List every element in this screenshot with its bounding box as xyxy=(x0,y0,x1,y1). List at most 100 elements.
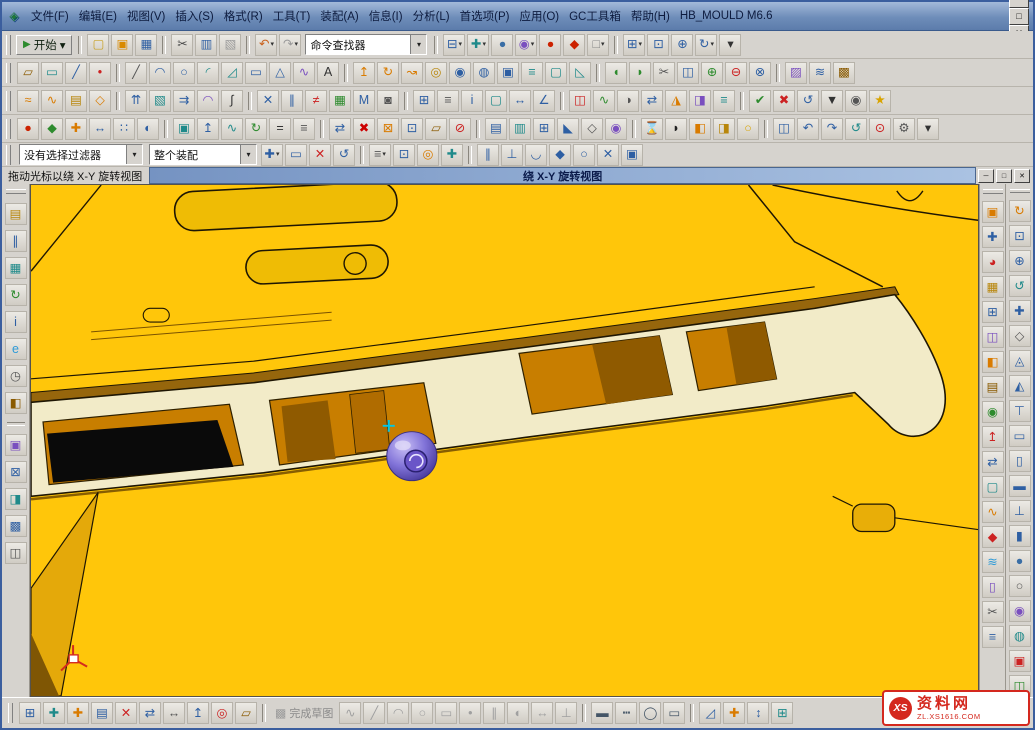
shaded-mode-icon[interactable]: ● xyxy=(1009,550,1031,572)
render-style-icon[interactable]: ◉▾ xyxy=(515,34,537,56)
raise-view-icon[interactable]: ↥ xyxy=(187,702,209,724)
snap-intersection-icon[interactable]: ✕ xyxy=(597,144,619,166)
sweep-icon[interactable]: ↝ xyxy=(401,62,423,84)
zoom-in-icon[interactable]: ⊕ xyxy=(671,34,693,56)
pan-cursor-icon[interactable]: ✚▾ xyxy=(467,34,489,56)
view-layout-icon[interactable]: ⊞ xyxy=(533,118,555,140)
night-mode-icon[interactable]: ◗ xyxy=(665,118,687,140)
wcs-dynamics-icon[interactable]: ✚ xyxy=(65,118,87,140)
mw-cavity-layout-icon[interactable]: ⊞ xyxy=(982,301,1004,323)
blank-swatch-icon[interactable]: □▾ xyxy=(587,34,609,56)
material-icon[interactable]: ◨ xyxy=(713,118,735,140)
section-analysis-icon[interactable]: ◫ xyxy=(569,90,591,112)
minimize-button[interactable]: ─ xyxy=(1009,0,1029,8)
stop-icon[interactable]: ● xyxy=(539,34,561,56)
dash-style-icon[interactable]: ┅ xyxy=(615,702,637,724)
instance-array-icon[interactable]: ▣ xyxy=(173,118,195,140)
delete-entity-icon[interactable]: ✕ xyxy=(115,702,137,724)
snap-parallel-icon[interactable]: ∥ xyxy=(477,144,499,166)
process-studio-icon[interactable]: ▣ xyxy=(5,434,27,456)
toolbar-grip[interactable] xyxy=(1010,189,1030,193)
right-view-icon[interactable]: ▯ xyxy=(1009,450,1031,472)
copy-icon[interactable]: ▥ xyxy=(195,34,217,56)
draft-analysis-icon[interactable]: ◮ xyxy=(665,90,687,112)
m-tool-icon[interactable]: M xyxy=(353,90,375,112)
subtract-icon[interactable]: ⊖ xyxy=(725,62,747,84)
promote-body-icon[interactable]: ↥ xyxy=(197,118,219,140)
pocket-icon[interactable]: ▣ xyxy=(497,62,519,84)
layer-manager-icon[interactable]: ▤ xyxy=(91,702,113,724)
mw-mold-csys-icon[interactable]: ✚ xyxy=(982,226,1004,248)
circle-style-icon[interactable]: ◯ xyxy=(639,702,661,724)
law-extension-icon[interactable]: ∫ xyxy=(221,90,243,112)
front-view-icon[interactable]: ▭ xyxy=(1009,425,1031,447)
sketch-rectangle-icon[interactable]: ▭ xyxy=(435,702,457,724)
snap-endpoint-icon[interactable]: ▣ xyxy=(621,144,643,166)
expressions-icon[interactable]: = xyxy=(269,118,291,140)
gear-icon[interactable]: ⚙ xyxy=(893,118,915,140)
graphics-viewport[interactable] xyxy=(30,184,979,697)
tube-icon[interactable]: ◎ xyxy=(425,62,447,84)
inside-window-icon[interactable]: ⊡ xyxy=(393,144,415,166)
interpart-link-icon[interactable]: ⇄ xyxy=(329,118,351,140)
mw-runner-icon[interactable]: ∿ xyxy=(982,501,1004,523)
resize-face-icon[interactable]: ⊡ xyxy=(401,118,423,140)
touch-panel-icon[interactable]: ◫ xyxy=(5,542,27,564)
pattern-feature-icon[interactable]: ∷ xyxy=(113,118,135,140)
trimetric-view-icon[interactable]: ◬ xyxy=(1009,350,1031,372)
graphics-minimize-button[interactable]: ─ xyxy=(978,169,994,183)
measure-angle-icon[interactable]: ∠ xyxy=(533,90,555,112)
menu-item-4[interactable]: 格式(R) xyxy=(219,6,268,26)
more-row4-icon[interactable]: ▾ xyxy=(917,118,939,140)
cut-icon[interactable]: ✂ xyxy=(171,34,193,56)
chevron-down-icon[interactable]: ▾ xyxy=(410,35,426,54)
toolbar-grip[interactable] xyxy=(983,189,1003,194)
toolbar-grip[interactable] xyxy=(6,145,11,165)
curvature-graph-icon[interactable]: ∿ xyxy=(593,90,615,112)
through-curves-icon[interactable]: ≈ xyxy=(17,90,39,112)
menu-item-12[interactable]: 帮助(H) xyxy=(626,6,675,26)
move-tool-icon[interactable]: ✚ xyxy=(723,702,745,724)
screen-layout-icon[interactable]: ⊟▾ xyxy=(443,34,465,56)
left-view-icon[interactable]: ▮ xyxy=(1009,525,1031,547)
bottom-view-icon[interactable]: ⊥ xyxy=(1009,500,1031,522)
web-browser-icon[interactable]: e xyxy=(5,338,27,360)
roles-icon[interactable]: ◨ xyxy=(5,488,27,510)
reuse-library-icon[interactable]: ↻ xyxy=(5,284,27,306)
measure-tool-icon[interactable]: ↔ xyxy=(163,702,185,724)
more-commands-icon[interactable]: ▾ xyxy=(719,34,741,56)
lights-icon[interactable]: ○ xyxy=(737,118,759,140)
window-split-icon[interactable]: ⊞▾ xyxy=(623,34,645,56)
extrude-icon[interactable]: ↥ xyxy=(353,62,375,84)
snap-tangent-icon[interactable]: ◡ xyxy=(525,144,547,166)
deviation-check-icon[interactable]: ≠ xyxy=(305,90,327,112)
sketch-line-icon[interactable]: ╱ xyxy=(363,702,385,724)
alert-icon[interactable]: ◆ xyxy=(563,34,585,56)
camera-icon[interactable]: ◉ xyxy=(845,90,867,112)
edit-feature-icon[interactable]: ▱ xyxy=(425,118,447,140)
chamfer-icon[interactable]: ◿ xyxy=(221,62,243,84)
new-file-icon[interactable]: ▢ xyxy=(87,34,109,56)
mirror-feature-icon[interactable]: ◐ xyxy=(137,118,159,140)
mirror-curve-icon[interactable]: ◐ xyxy=(507,702,529,724)
menu-item-1[interactable]: 编辑(E) xyxy=(74,6,122,26)
hole-icon[interactable]: ◉ xyxy=(449,62,471,84)
polygon-icon[interactable]: △ xyxy=(269,62,291,84)
update-model-icon[interactable]: ↻ xyxy=(245,118,267,140)
mw-trim-icon[interactable]: ✂ xyxy=(982,601,1004,623)
snap-midpoint-icon[interactable]: ◆ xyxy=(549,144,571,166)
menu-item-5[interactable]: 工具(T) xyxy=(268,6,316,26)
start-menu-button[interactable]: ▶ 开始 ▾ xyxy=(16,35,72,55)
mw-slider-lifter-icon[interactable]: ⇄ xyxy=(982,451,1004,473)
studio-render-icon[interactable]: ◉ xyxy=(1009,600,1031,622)
menu-item-13[interactable]: HB_MOULD M6.6 xyxy=(675,8,778,24)
rotate-view-icon[interactable]: ↻▾ xyxy=(695,34,717,56)
wave-linker-icon[interactable]: ∿ xyxy=(221,118,243,140)
constraint-navigator-icon[interactable]: ∥ xyxy=(5,230,27,252)
menu-item-8[interactable]: 分析(L) xyxy=(408,6,455,26)
swept-icon[interactable]: ∿ xyxy=(41,90,63,112)
system-scenes-icon[interactable]: ▩ xyxy=(5,515,27,537)
crosshair-icon[interactable]: ✚ xyxy=(441,144,463,166)
perspective-view-icon[interactable]: ◇ xyxy=(1009,325,1031,347)
sketch-pad-icon[interactable]: ▱ xyxy=(235,702,257,724)
